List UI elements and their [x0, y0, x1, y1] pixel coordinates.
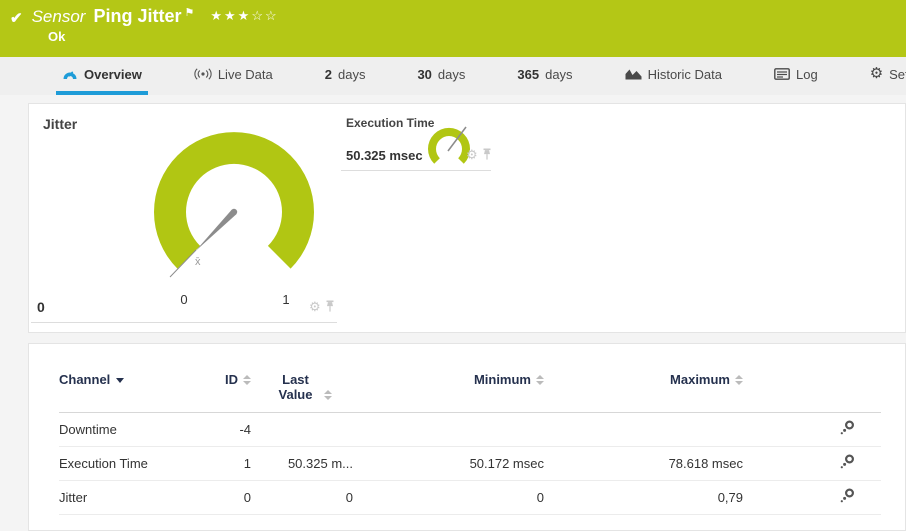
tab-2-days-number: 2 [324, 66, 332, 82]
execution-current-value: 50.325 msec [346, 148, 423, 163]
execution-module-divider [341, 170, 491, 171]
jitter-scale-max: 1 [282, 292, 290, 307]
tab-overview-label: Overview [84, 66, 142, 82]
tab-settings[interactable]: ⚙ Settings [864, 57, 906, 95]
channels-panel: Channel ID Last Value Minimum Maximum Do… [28, 343, 906, 531]
column-header-tools [743, 370, 881, 413]
channel-maximum-cell [544, 413, 743, 447]
channel-id-cell: 1 [243, 456, 251, 471]
gauges-panel: Jitter x̄ 0 1 0 ⚙ Execution Time 50.325 … [28, 103, 906, 333]
channel-last-value-cell: 50.325 m... [287, 456, 353, 471]
tab-30-days-unit: days [437, 66, 466, 82]
channel-name-cell: Downtime [59, 422, 117, 437]
pin-icon[interactable] [325, 300, 335, 313]
jitter-mean-marker: x̄ [195, 256, 201, 268]
column-header-minimum[interactable]: Minimum [353, 370, 544, 413]
priority-stars[interactable]: ★★★☆☆ [210, 8, 278, 24]
sensor-header: ✔ Sensor Ping Jitter ⚑ ★★★☆☆ Ok [0, 0, 906, 57]
stars-empty: ☆☆ [251, 8, 279, 23]
tab-live-data[interactable]: Live Data [188, 57, 279, 95]
channel-id-cell: 0 [243, 490, 251, 505]
execution-module-icons: ⚙ [466, 148, 492, 161]
channel-name-cell: Execution Time [59, 456, 148, 471]
jitter-module-divider [31, 322, 337, 323]
table-header-row: Channel ID Last Value Minimum Maximum [59, 370, 881, 413]
log-icon [774, 68, 790, 80]
jitter-gauge [154, 132, 314, 278]
sensor-status-text: Ok [48, 29, 66, 44]
tab-log-label: Log [795, 66, 818, 82]
channel-last-value-cell [251, 413, 353, 447]
sort-desc-icon [116, 378, 125, 384]
column-header-last-value[interactable]: Last Value [251, 370, 353, 413]
pin-icon[interactable] [482, 148, 492, 161]
jitter-gauge-title: Jitter [43, 116, 78, 132]
sort-icon [243, 374, 251, 385]
channel-maximum-cell: 78.618 msec [668, 456, 743, 471]
column-header-channel-label: Channel [59, 372, 111, 387]
gauge-settings-gear-icon[interactable]: ⚙ [309, 300, 321, 313]
channel-last-value-cell: 0 [345, 490, 353, 505]
gauge-icon [63, 71, 77, 79]
channel-settings-wrench-icon[interactable] [839, 454, 855, 473]
column-header-last-value-label: Last Value [278, 372, 313, 402]
sensor-overview-page: ✔ Sensor Ping Jitter ⚑ ★★★☆☆ Ok Overview… [0, 0, 906, 531]
column-header-maximum-label: Maximum [670, 372, 730, 387]
jitter-current-value: 0 [37, 299, 45, 315]
status-ok-check-icon: ✔ [10, 10, 23, 27]
channel-settings-wrench-icon[interactable] [839, 488, 855, 507]
sensor-title-row: ✔ Sensor Ping Jitter ⚑ ★★★☆☆ [10, 6, 279, 27]
tab-historic-data-label: Historic Data [647, 66, 722, 82]
jitter-module-icons: ⚙ [309, 300, 335, 313]
table-row[interactable]: Jitter 0 0 0 0,79 [59, 481, 881, 515]
channel-name-cell: Jitter [59, 490, 88, 505]
column-header-maximum[interactable]: Maximum [544, 370, 743, 413]
tab-bar: Overview Live Data 2 days 30 days 365 da… [0, 57, 906, 95]
tab-2-days[interactable]: 2 days [319, 57, 372, 95]
tab-settings-label: Settings [889, 66, 906, 82]
channel-minimum-cell: 0 [536, 490, 544, 505]
stars-filled: ★★★ [210, 8, 252, 23]
column-header-id-label: ID [225, 372, 238, 387]
tab-365-days-unit: days [545, 66, 573, 82]
channel-settings-wrench-icon[interactable] [839, 420, 855, 439]
tab-30-days-number: 30 [417, 66, 432, 82]
channel-maximum-cell: 0,79 [717, 490, 743, 505]
tab-30-days[interactable]: 30 days [411, 57, 471, 95]
channel-minimum-cell: 50.172 msec [469, 456, 544, 471]
column-header-minimum-label: Minimum [473, 372, 531, 387]
channels-table: Channel ID Last Value Minimum Maximum Do… [59, 370, 881, 515]
jitter-scale-min: 0 [180, 292, 188, 307]
table-row[interactable]: Execution Time 1 50.325 m... 50.172 msec… [59, 447, 881, 481]
table-row[interactable]: Downtime -4 [59, 413, 881, 447]
sort-icon [536, 374, 544, 385]
channel-id-cell: -4 [239, 422, 251, 437]
sensor-title: Ping Jitter [93, 6, 182, 26]
live-data-icon [194, 68, 212, 80]
tab-live-data-label: Live Data [217, 66, 273, 82]
channel-minimum-cell [353, 413, 544, 447]
tab-log[interactable]: Log [768, 57, 824, 95]
sort-icon [323, 389, 332, 400]
column-header-channel[interactable]: Channel [59, 370, 189, 413]
gauge-settings-gear-icon[interactable]: ⚙ [466, 148, 478, 161]
tab-historic-data[interactable]: Historic Data [619, 57, 728, 95]
tab-365-days-number: 365 [517, 66, 540, 82]
historic-chart-icon [625, 69, 642, 80]
tab-365-days[interactable]: 365 days [511, 57, 578, 95]
sensor-category-label: Sensor [31, 7, 86, 26]
priority-flag-icon: ⚑ [184, 7, 195, 19]
tab-overview[interactable]: Overview [56, 57, 148, 95]
sort-icon [735, 374, 743, 385]
settings-gear-icon: ⚙ [869, 65, 884, 82]
column-header-id[interactable]: ID [189, 370, 251, 413]
tab-2-days-unit: days [337, 66, 366, 82]
